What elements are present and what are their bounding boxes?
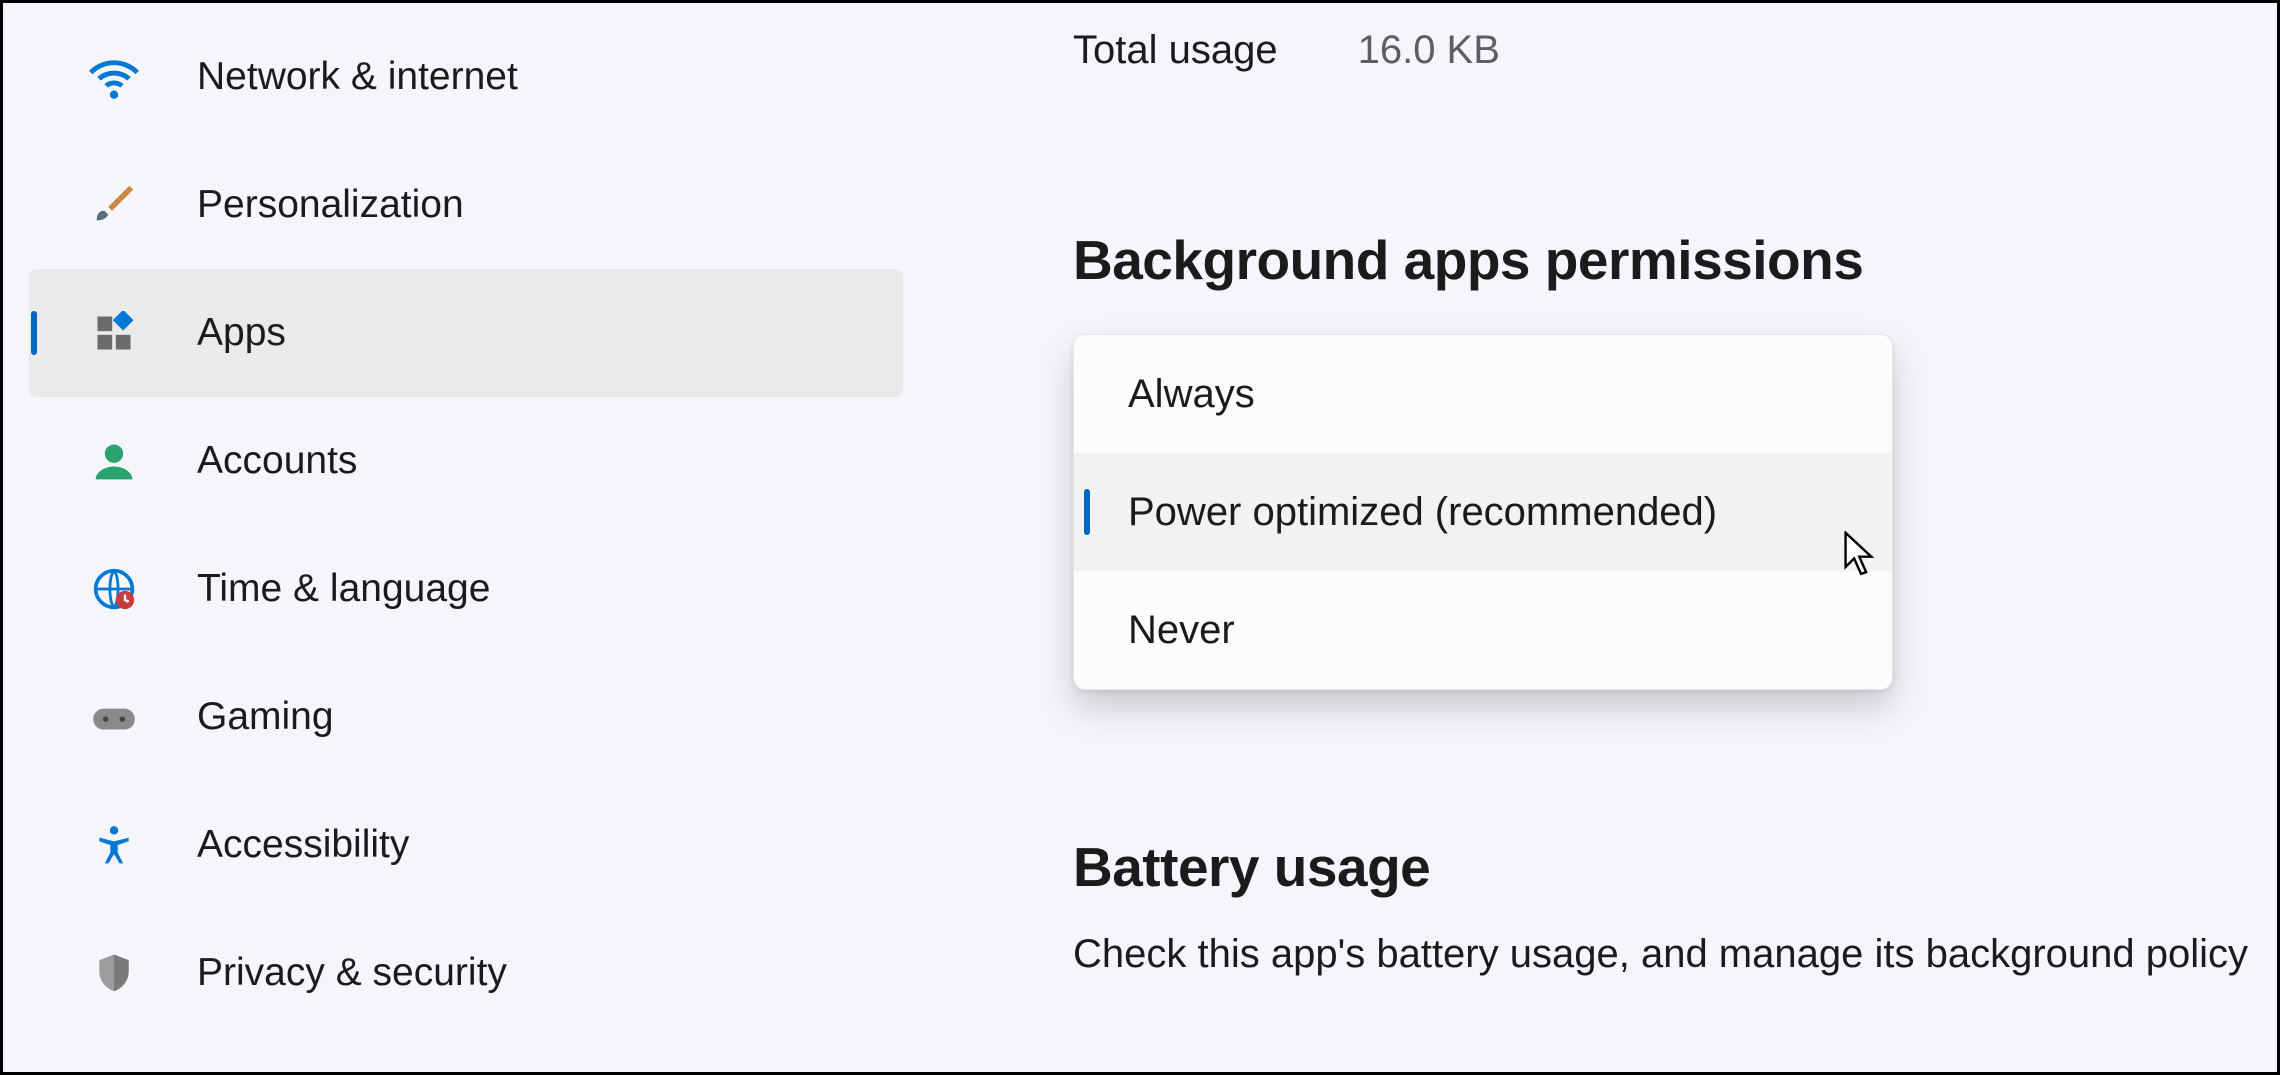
sidebar-item-privacy-security[interactable]: Privacy & security (29, 909, 903, 1037)
dropdown-option-label: Power optimized (recommended) (1128, 490, 1717, 535)
sidebar-item-time-language[interactable]: Time & language (29, 525, 903, 653)
sidebar-item-label: Personalization (197, 183, 464, 227)
background-permissions-heading: Background apps permissions (1073, 228, 2277, 292)
sidebar-item-apps[interactable]: Apps (29, 269, 903, 397)
apps-icon (89, 308, 139, 358)
settings-sidebar: Network & internet Personalization Apps (3, 3, 933, 1072)
battery-usage-heading: Battery usage (1073, 835, 2277, 899)
total-usage-value: 16.0 KB (1358, 28, 1500, 73)
shield-icon (89, 948, 139, 998)
sidebar-item-gaming[interactable]: Gaming (29, 653, 903, 781)
person-icon (89, 436, 139, 486)
accessibility-icon (89, 820, 139, 870)
dropdown-option-label: Never (1128, 608, 1235, 653)
sidebar-item-label: Accessibility (197, 823, 409, 867)
sidebar-item-label: Gaming (197, 695, 334, 739)
brush-icon (89, 180, 139, 230)
settings-content: Total usage 16.0 KB Background apps perm… (933, 3, 2277, 1072)
sidebar-item-personalization[interactable]: Personalization (29, 141, 903, 269)
sidebar-item-network[interactable]: Network & internet (29, 13, 903, 141)
sidebar-item-label: Accounts (197, 439, 357, 483)
background-permissions-dropdown[interactable]: Always Power optimized (recommended) Nev… (1073, 334, 1893, 690)
gamepad-icon (89, 692, 139, 742)
dropdown-option-label: Always (1128, 372, 1255, 417)
wifi-icon (89, 52, 139, 102)
sidebar-item-accessibility[interactable]: Accessibility (29, 781, 903, 909)
sidebar-item-label: Apps (197, 311, 286, 355)
sidebar-item-label: Network & internet (197, 55, 518, 99)
battery-usage-description: Check this app's battery usage, and mana… (1073, 927, 2277, 981)
dropdown-option-power-optimized[interactable]: Power optimized (recommended) (1074, 453, 1892, 571)
dropdown-option-always[interactable]: Always (1074, 335, 1892, 453)
sidebar-item-label: Privacy & security (197, 951, 507, 995)
sidebar-item-accounts[interactable]: Accounts (29, 397, 903, 525)
globe-clock-icon (89, 564, 139, 614)
dropdown-option-never[interactable]: Never (1074, 571, 1892, 689)
total-usage-label: Total usage (1073, 28, 1278, 73)
sidebar-item-label: Time & language (197, 567, 490, 611)
